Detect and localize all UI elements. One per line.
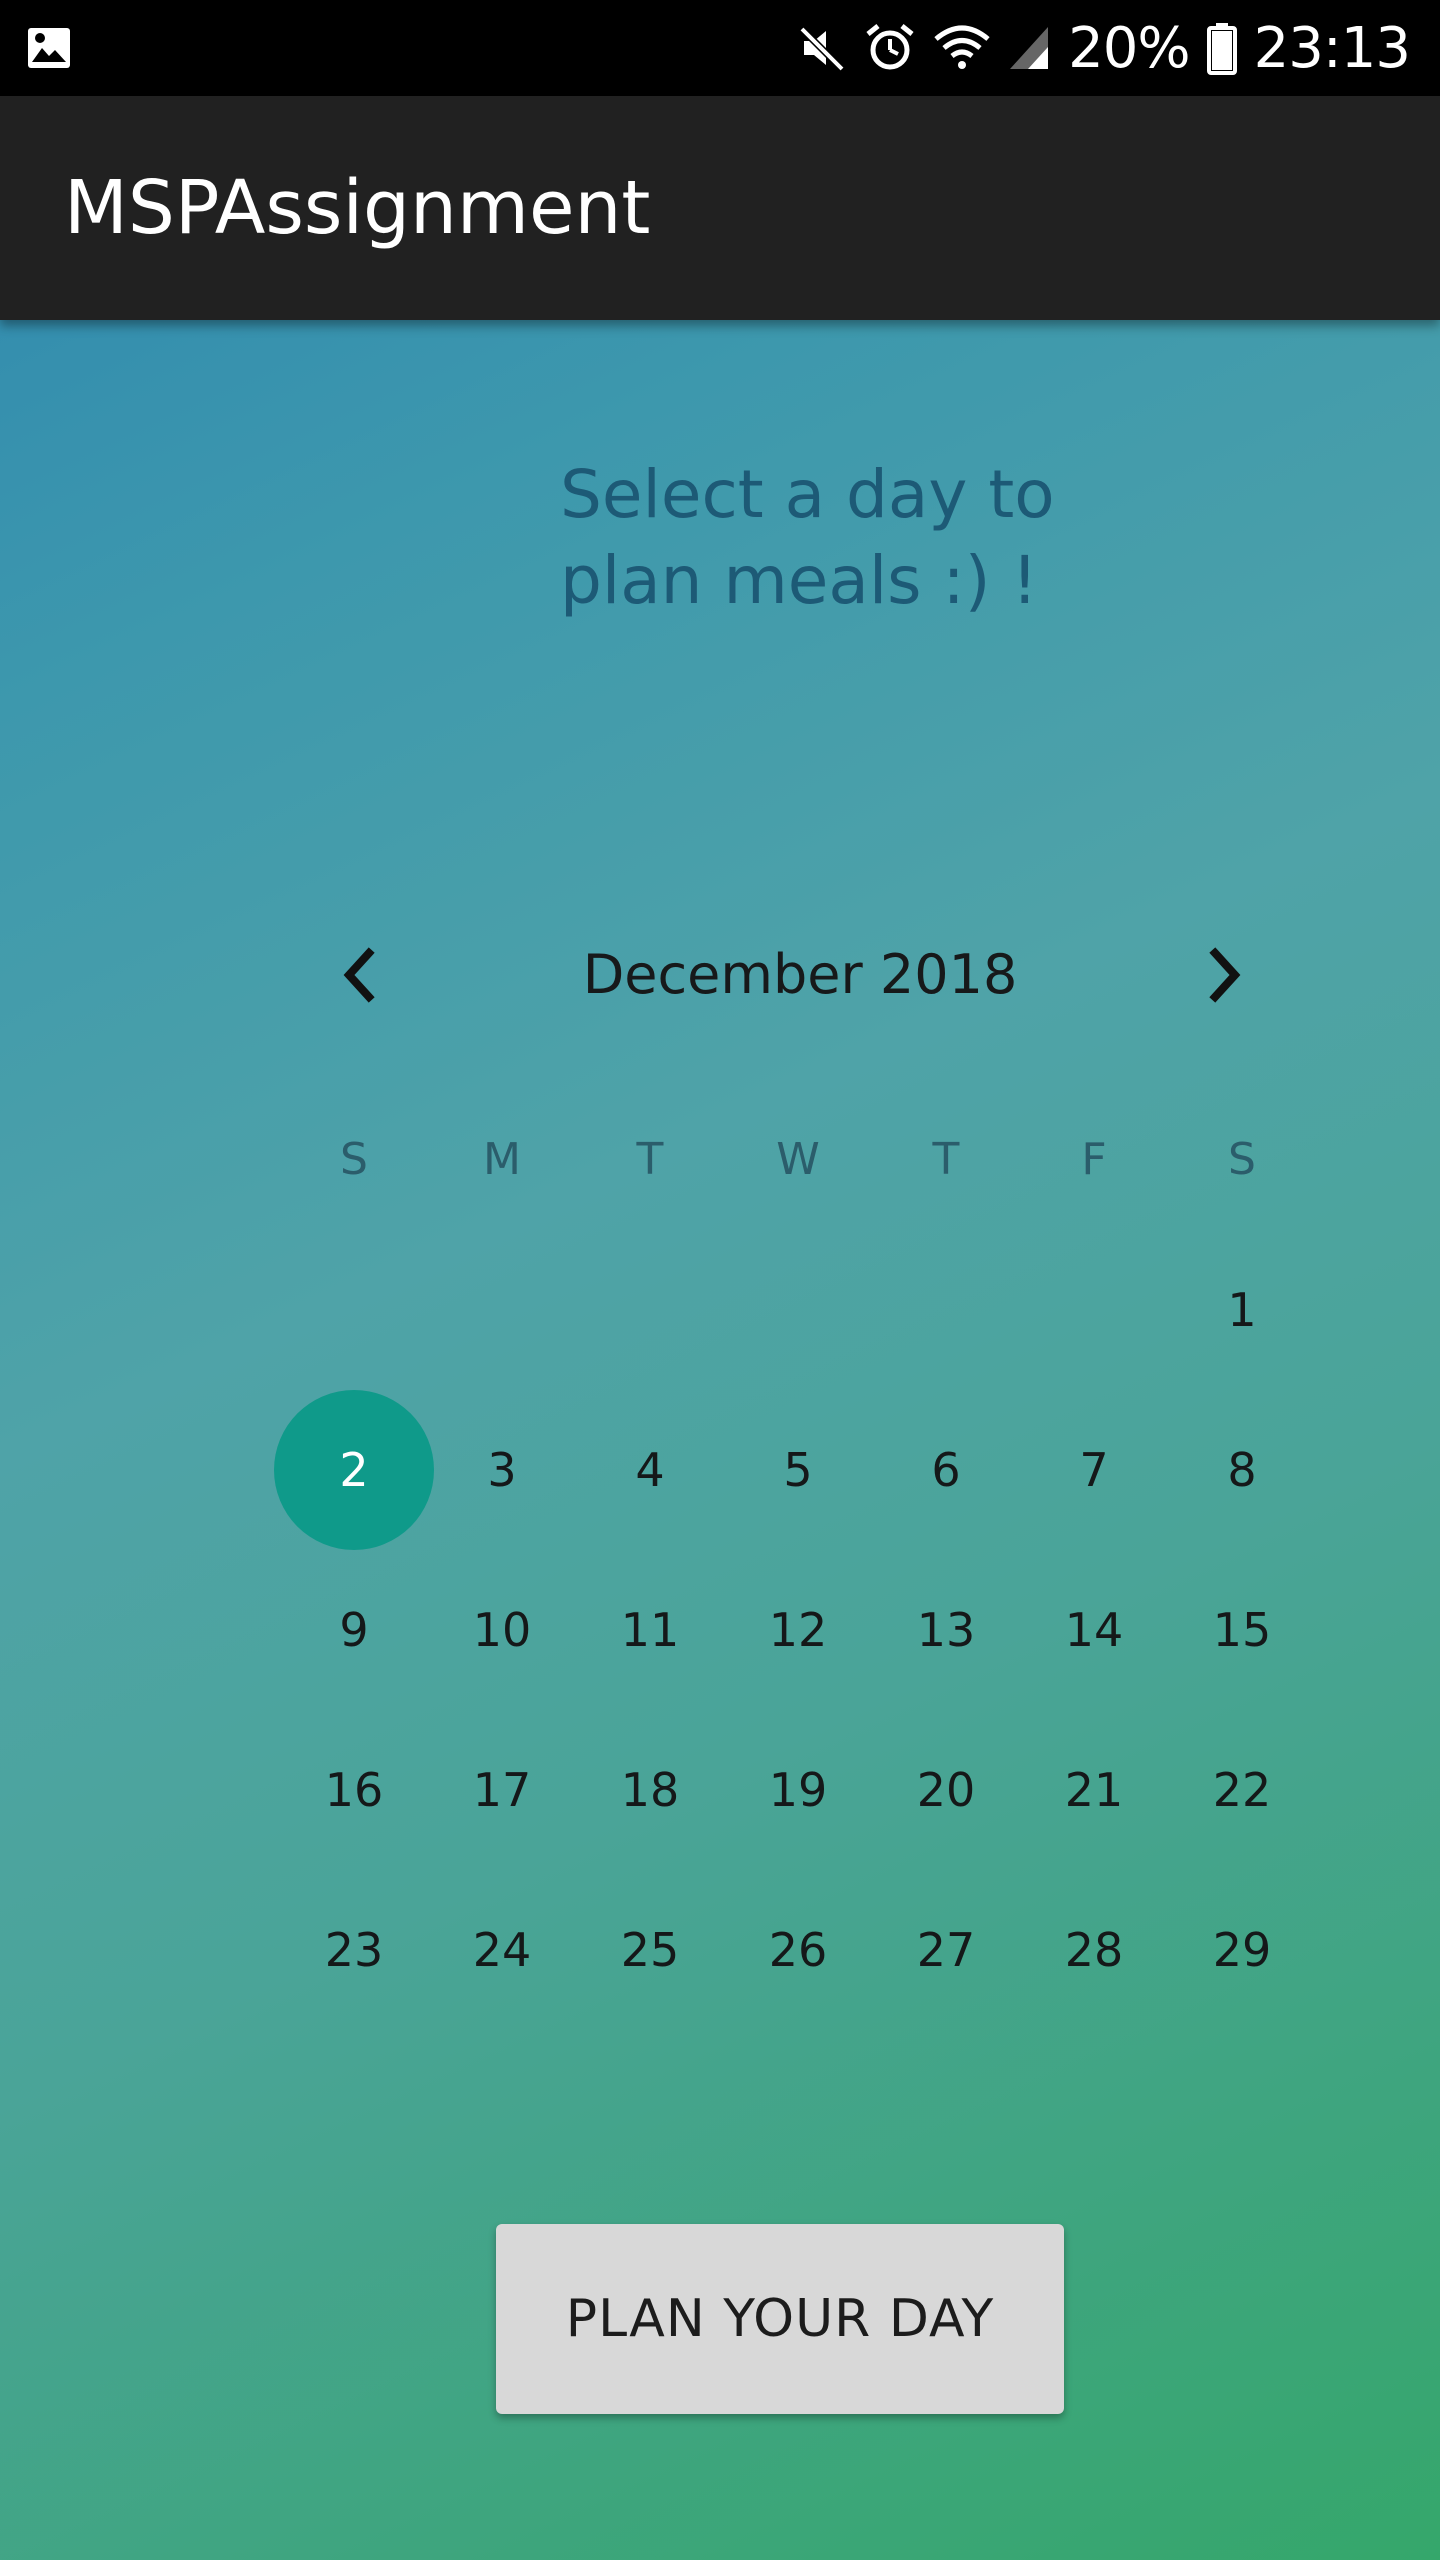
day-number: 6: [931, 1443, 961, 1497]
day-number: 16: [324, 1763, 384, 1817]
app-bar: MSPAssignment: [0, 96, 1440, 320]
day-cell[interactable]: 26: [724, 1870, 872, 2030]
signal-icon: [1010, 27, 1049, 69]
empty-day-cell: [872, 1230, 1020, 1390]
prompt-text: Select a day to plan meals :) !: [560, 452, 1100, 624]
day-number: 19: [768, 1763, 828, 1817]
day-cell[interactable]: 4: [576, 1390, 724, 1550]
empty-day-cell: [1020, 1230, 1168, 1390]
day-number: 26: [768, 1923, 828, 1977]
day-cell[interactable]: 19: [724, 1710, 872, 1870]
day-number: 2: [339, 1443, 369, 1497]
day-number: 7: [1079, 1443, 1109, 1497]
day-cell[interactable]: 13: [872, 1550, 1020, 1710]
day-cell[interactable]: 29: [1168, 1870, 1316, 2030]
weekday-label: T: [636, 1134, 664, 1185]
day-number: 12: [768, 1603, 828, 1657]
month-label: December 2018: [582, 943, 1018, 1006]
weekday-label: S: [340, 1134, 368, 1185]
day-cell[interactable]: 5: [724, 1390, 872, 1550]
battery-icon: [1206, 23, 1237, 75]
day-cell[interactable]: 28: [1020, 1870, 1168, 2030]
day-number: 3: [487, 1443, 517, 1497]
gallery-icon: [28, 28, 70, 68]
chevron-right-icon: [1209, 947, 1241, 1003]
day-number: 15: [1212, 1603, 1272, 1657]
day-number: 27: [916, 1923, 976, 1977]
day-cell[interactable]: 8: [1168, 1390, 1316, 1550]
day-number: 24: [472, 1923, 532, 1977]
day-cell[interactable]: 11: [576, 1550, 724, 1710]
day-number: 20: [916, 1763, 976, 1817]
clock: 23:13: [1253, 15, 1411, 81]
prompt-line-1: Select a day to: [560, 456, 1055, 533]
calendar-days-grid: 1 2 3 4 5 6 7 8 9 10 11 12 13 14 15 16 17 18 19 20 21 22 23 24 2…: [274, 1230, 1316, 2030]
weekday-label: M: [483, 1134, 521, 1185]
day-cell[interactable]: 1: [1168, 1230, 1316, 1390]
alarm-icon: [866, 24, 914, 70]
prompt-line-2: plan meals :) !: [560, 542, 1038, 619]
battery-percent: 20%: [1068, 15, 1190, 81]
plan-your-day-button[interactable]: PLAN YOUR DAY: [496, 2224, 1064, 2414]
day-cell[interactable]: 21: [1020, 1710, 1168, 1870]
day-number: 21: [1064, 1763, 1124, 1817]
screen: 20% 23:13 MSPAssignment Select a day to …: [0, 0, 1440, 2560]
weekday-label: S: [1228, 1134, 1256, 1185]
day-number: 17: [472, 1763, 532, 1817]
day-cell[interactable]: 20: [872, 1710, 1020, 1870]
next-month-button[interactable]: [1190, 940, 1260, 1010]
mute-icon: [799, 26, 845, 72]
wifi-icon: [934, 25, 990, 69]
day-cell[interactable]: 12: [724, 1550, 872, 1710]
weekday-label: F: [1081, 1134, 1107, 1185]
day-cell[interactable]: 3: [428, 1390, 576, 1550]
day-number: 9: [339, 1603, 369, 1657]
day-number: 1: [1227, 1283, 1257, 1337]
day-number: 22: [1212, 1763, 1272, 1817]
day-number: 18: [620, 1763, 680, 1817]
day-number: 8: [1227, 1443, 1257, 1497]
day-number: 29: [1212, 1923, 1272, 1977]
day-number: 13: [916, 1603, 976, 1657]
selected-day-cell[interactable]: 2: [274, 1390, 434, 1550]
day-number: 5: [783, 1443, 813, 1497]
day-number: 4: [635, 1443, 665, 1497]
day-cell[interactable]: 27: [872, 1870, 1020, 2030]
day-number: 14: [1064, 1603, 1124, 1657]
weekday-label: W: [776, 1134, 820, 1185]
weekday-label: T: [932, 1134, 960, 1185]
day-number: 25: [620, 1923, 680, 1977]
empty-day-cell: [428, 1230, 576, 1390]
day-cell[interactable]: 10: [428, 1550, 576, 1710]
empty-day-cell: [724, 1230, 872, 1390]
weekday-row: SMTWTFS: [280, 1120, 1316, 1200]
day-cell[interactable]: 6: [872, 1390, 1020, 1550]
chevron-left-icon: [343, 947, 375, 1003]
day-cell[interactable]: 24: [428, 1870, 576, 2030]
day-cell[interactable]: 9: [280, 1550, 428, 1710]
day-cell[interactable]: 23: [280, 1870, 428, 2030]
day-cell[interactable]: 15: [1168, 1550, 1316, 1710]
day-cell[interactable]: 7: [1020, 1390, 1168, 1550]
day-number: 28: [1064, 1923, 1124, 1977]
day-cell[interactable]: 17: [428, 1710, 576, 1870]
empty-day-cell: [576, 1230, 724, 1390]
day-number: 11: [620, 1603, 680, 1657]
day-number: 10: [472, 1603, 532, 1657]
day-cell[interactable]: 18: [576, 1710, 724, 1870]
day-number: 23: [324, 1923, 384, 1977]
day-cell[interactable]: 16: [280, 1710, 428, 1870]
calendar-header: December 2018: [290, 930, 1270, 1020]
status-icons: 20% 23:13: [798, 0, 1411, 96]
day-cell[interactable]: 22: [1168, 1710, 1316, 1870]
empty-day-cell: [280, 1230, 428, 1390]
day-cell[interactable]: 25: [576, 1870, 724, 2030]
status-bar: 20% 23:13: [0, 0, 1440, 96]
app-title: MSPAssignment: [64, 165, 651, 251]
previous-month-button[interactable]: [324, 940, 394, 1010]
day-cell[interactable]: 14: [1020, 1550, 1168, 1710]
